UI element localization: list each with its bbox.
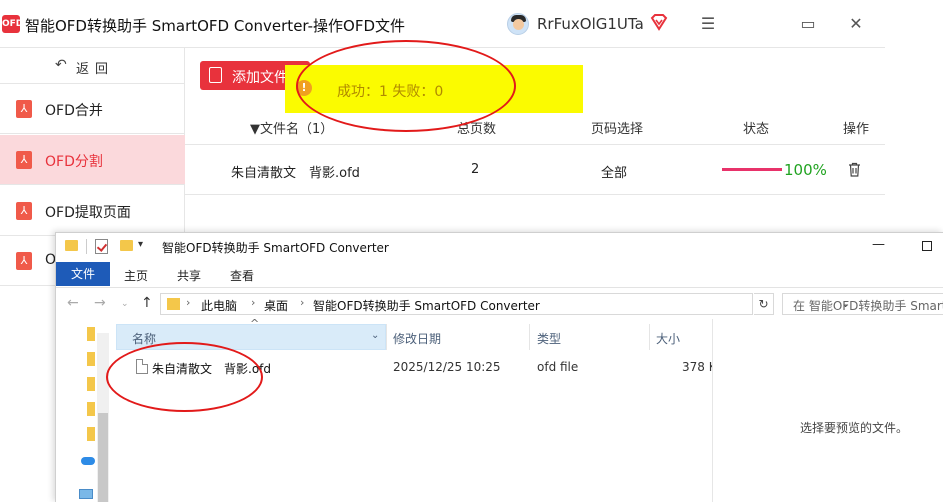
new-folder-icon[interactable] xyxy=(120,240,133,251)
progress-label: 100% xyxy=(784,161,827,179)
sidebar-item-extract[interactable]: ⅄ OFD提取页面 xyxy=(0,186,185,236)
row-page-select[interactable]: 全部 xyxy=(601,162,627,181)
app-title: 智能OFD转换助手 SmartOFD Converter-操作OFD文件 xyxy=(25,17,406,35)
file-type: ofd file xyxy=(537,360,579,374)
onedrive-cloud-icon[interactable] xyxy=(81,457,95,465)
preview-pane-divider[interactable] xyxy=(712,319,713,502)
annotation-ellipse xyxy=(106,342,263,412)
address-bar[interactable]: › 此电脑 › 桌面 › 智能OFD转换助手 SmartOFD Converte… xyxy=(160,293,850,315)
scrollbar-thumb[interactable] xyxy=(98,413,108,502)
maximize-icon[interactable]: ▭ xyxy=(797,13,819,35)
row-pages: 2 xyxy=(471,162,480,177)
sidebar-item-label: OFD合并 xyxy=(45,103,103,119)
minimize-icon[interactable]: — xyxy=(872,237,885,252)
add-file-label: 添加文件 xyxy=(232,70,288,86)
vip-diamond-icon[interactable] xyxy=(650,13,668,31)
col-header-type[interactable]: 类型 xyxy=(537,330,561,347)
chevron-right-icon[interactable]: › xyxy=(186,296,190,309)
folder-icon xyxy=(167,298,180,310)
address-row: ← → ⌄ ↑ › 此电脑 › 桌面 › 智能OFD转换助手 SmartOFD … xyxy=(56,289,943,319)
column-separator xyxy=(649,324,650,350)
forward-arrow-icon[interactable]: → xyxy=(94,295,106,311)
breadcrumb-this-pc[interactable]: 此电脑 xyxy=(201,297,237,314)
up-arrow-icon[interactable]: ↑ xyxy=(141,295,153,311)
user-name[interactable]: RrFuxOlG1UTa xyxy=(537,15,644,33)
pdf-tool-icon: ⅄ xyxy=(16,100,32,118)
search-placeholder: 在 智能OFD转换助手 Smart xyxy=(793,299,943,313)
col-header-page-select: 页码选择 xyxy=(591,122,644,137)
file-add-icon xyxy=(209,67,222,83)
explorer-titlebar: ▾ 智能OFD转换助手 SmartOFD Converter — xyxy=(56,233,943,262)
sort-ascending-icon: ^ xyxy=(250,317,260,330)
breadcrumb-desktop[interactable]: 桌面 xyxy=(264,297,288,314)
annotation-ellipse xyxy=(296,40,516,132)
col-header-size[interactable]: 大小 xyxy=(656,330,680,347)
progress-fill xyxy=(722,168,782,171)
col-header-status: 状态 xyxy=(743,122,770,137)
navigation-pane xyxy=(56,319,111,502)
row-filename: 朱自清散文 背影.ofd xyxy=(231,166,360,181)
col-header-filename[interactable]: ▼文件名（1） xyxy=(250,118,333,137)
folder-icon[interactable] xyxy=(87,352,95,366)
file-modified: 2025/12/25 10:25 xyxy=(393,360,501,374)
back-label: 返回 xyxy=(76,62,115,77)
tab-file[interactable]: 文件 xyxy=(56,262,110,286)
pdf-tool-icon: ⅄ xyxy=(16,252,32,270)
quick-access-dropdown-icon[interactable]: ▾ xyxy=(138,239,143,250)
chevron-right-icon[interactable]: › xyxy=(300,296,304,309)
column-separator xyxy=(386,324,387,350)
properties-check-icon[interactable] xyxy=(95,239,108,254)
tab-share[interactable]: 共享 xyxy=(177,267,201,284)
back-button[interactable]: ↶ 返回 xyxy=(0,48,185,84)
sidebar-item-label: OFD提取页面 xyxy=(45,205,131,221)
app-logo-icon: OFD xyxy=(2,15,23,33)
recent-dropdown-icon[interactable]: ⌄ xyxy=(121,299,129,309)
folder-icon[interactable] xyxy=(87,427,95,441)
folder-icon[interactable] xyxy=(87,402,95,416)
search-input[interactable]: 在 智能OFD转换助手 Smart xyxy=(782,293,943,315)
table-divider xyxy=(185,144,885,145)
folder-icon xyxy=(65,240,78,251)
nav-scrollbar[interactable] xyxy=(97,333,109,502)
breadcrumb-folder[interactable]: 智能OFD转换助手 SmartOFD Converter xyxy=(313,297,540,314)
ribbon-tabs: 文件 主页 共享 查看 xyxy=(56,262,943,288)
preview-hint: 选择要预览的文件。 xyxy=(800,421,909,435)
explorer-title: 智能OFD转换助手 SmartOFD Converter xyxy=(162,241,389,255)
sidebar-item-merge[interactable]: ⅄ OFD合并 xyxy=(0,84,185,134)
toolbar-separator xyxy=(86,239,87,254)
col-header-action: 操作 xyxy=(843,122,870,137)
pdf-tool-icon: ⅄ xyxy=(16,151,32,169)
progress-bar xyxy=(722,168,782,171)
trash-icon[interactable] xyxy=(848,162,861,177)
column-separator xyxy=(529,324,530,350)
avatar[interactable] xyxy=(507,13,529,35)
tab-view[interactable]: 查看 xyxy=(230,267,254,284)
this-pc-icon[interactable] xyxy=(79,489,93,499)
chevron-down-icon[interactable]: ⌄ xyxy=(371,330,379,341)
folder-icon[interactable] xyxy=(87,377,95,391)
col-header-modified[interactable]: 修改日期 xyxy=(393,330,441,347)
back-arrow-icon[interactable]: ← xyxy=(67,295,79,311)
maximize-icon[interactable] xyxy=(922,241,932,251)
sidebar-item-label: OFD分割 xyxy=(45,154,103,170)
tab-home[interactable]: 主页 xyxy=(124,267,148,284)
app-titlebar: OFD 智能OFD转换助手 SmartOFD Converter-操作OFD文件… xyxy=(0,0,885,48)
refresh-button[interactable]: ↻ xyxy=(754,293,774,315)
back-arrow-icon: ↶ xyxy=(55,57,67,73)
close-icon[interactable]: ✕ xyxy=(845,13,867,35)
menu-icon[interactable]: ☰ xyxy=(697,13,719,35)
pdf-tool-icon: ⅄ xyxy=(16,202,32,220)
table-divider xyxy=(185,194,885,195)
chevron-right-icon[interactable]: › xyxy=(251,296,255,309)
folder-icon[interactable] xyxy=(87,327,95,341)
file-size: 378 K xyxy=(682,360,712,374)
sidebar-item-split[interactable]: ⅄ OFD分割 xyxy=(0,135,185,185)
